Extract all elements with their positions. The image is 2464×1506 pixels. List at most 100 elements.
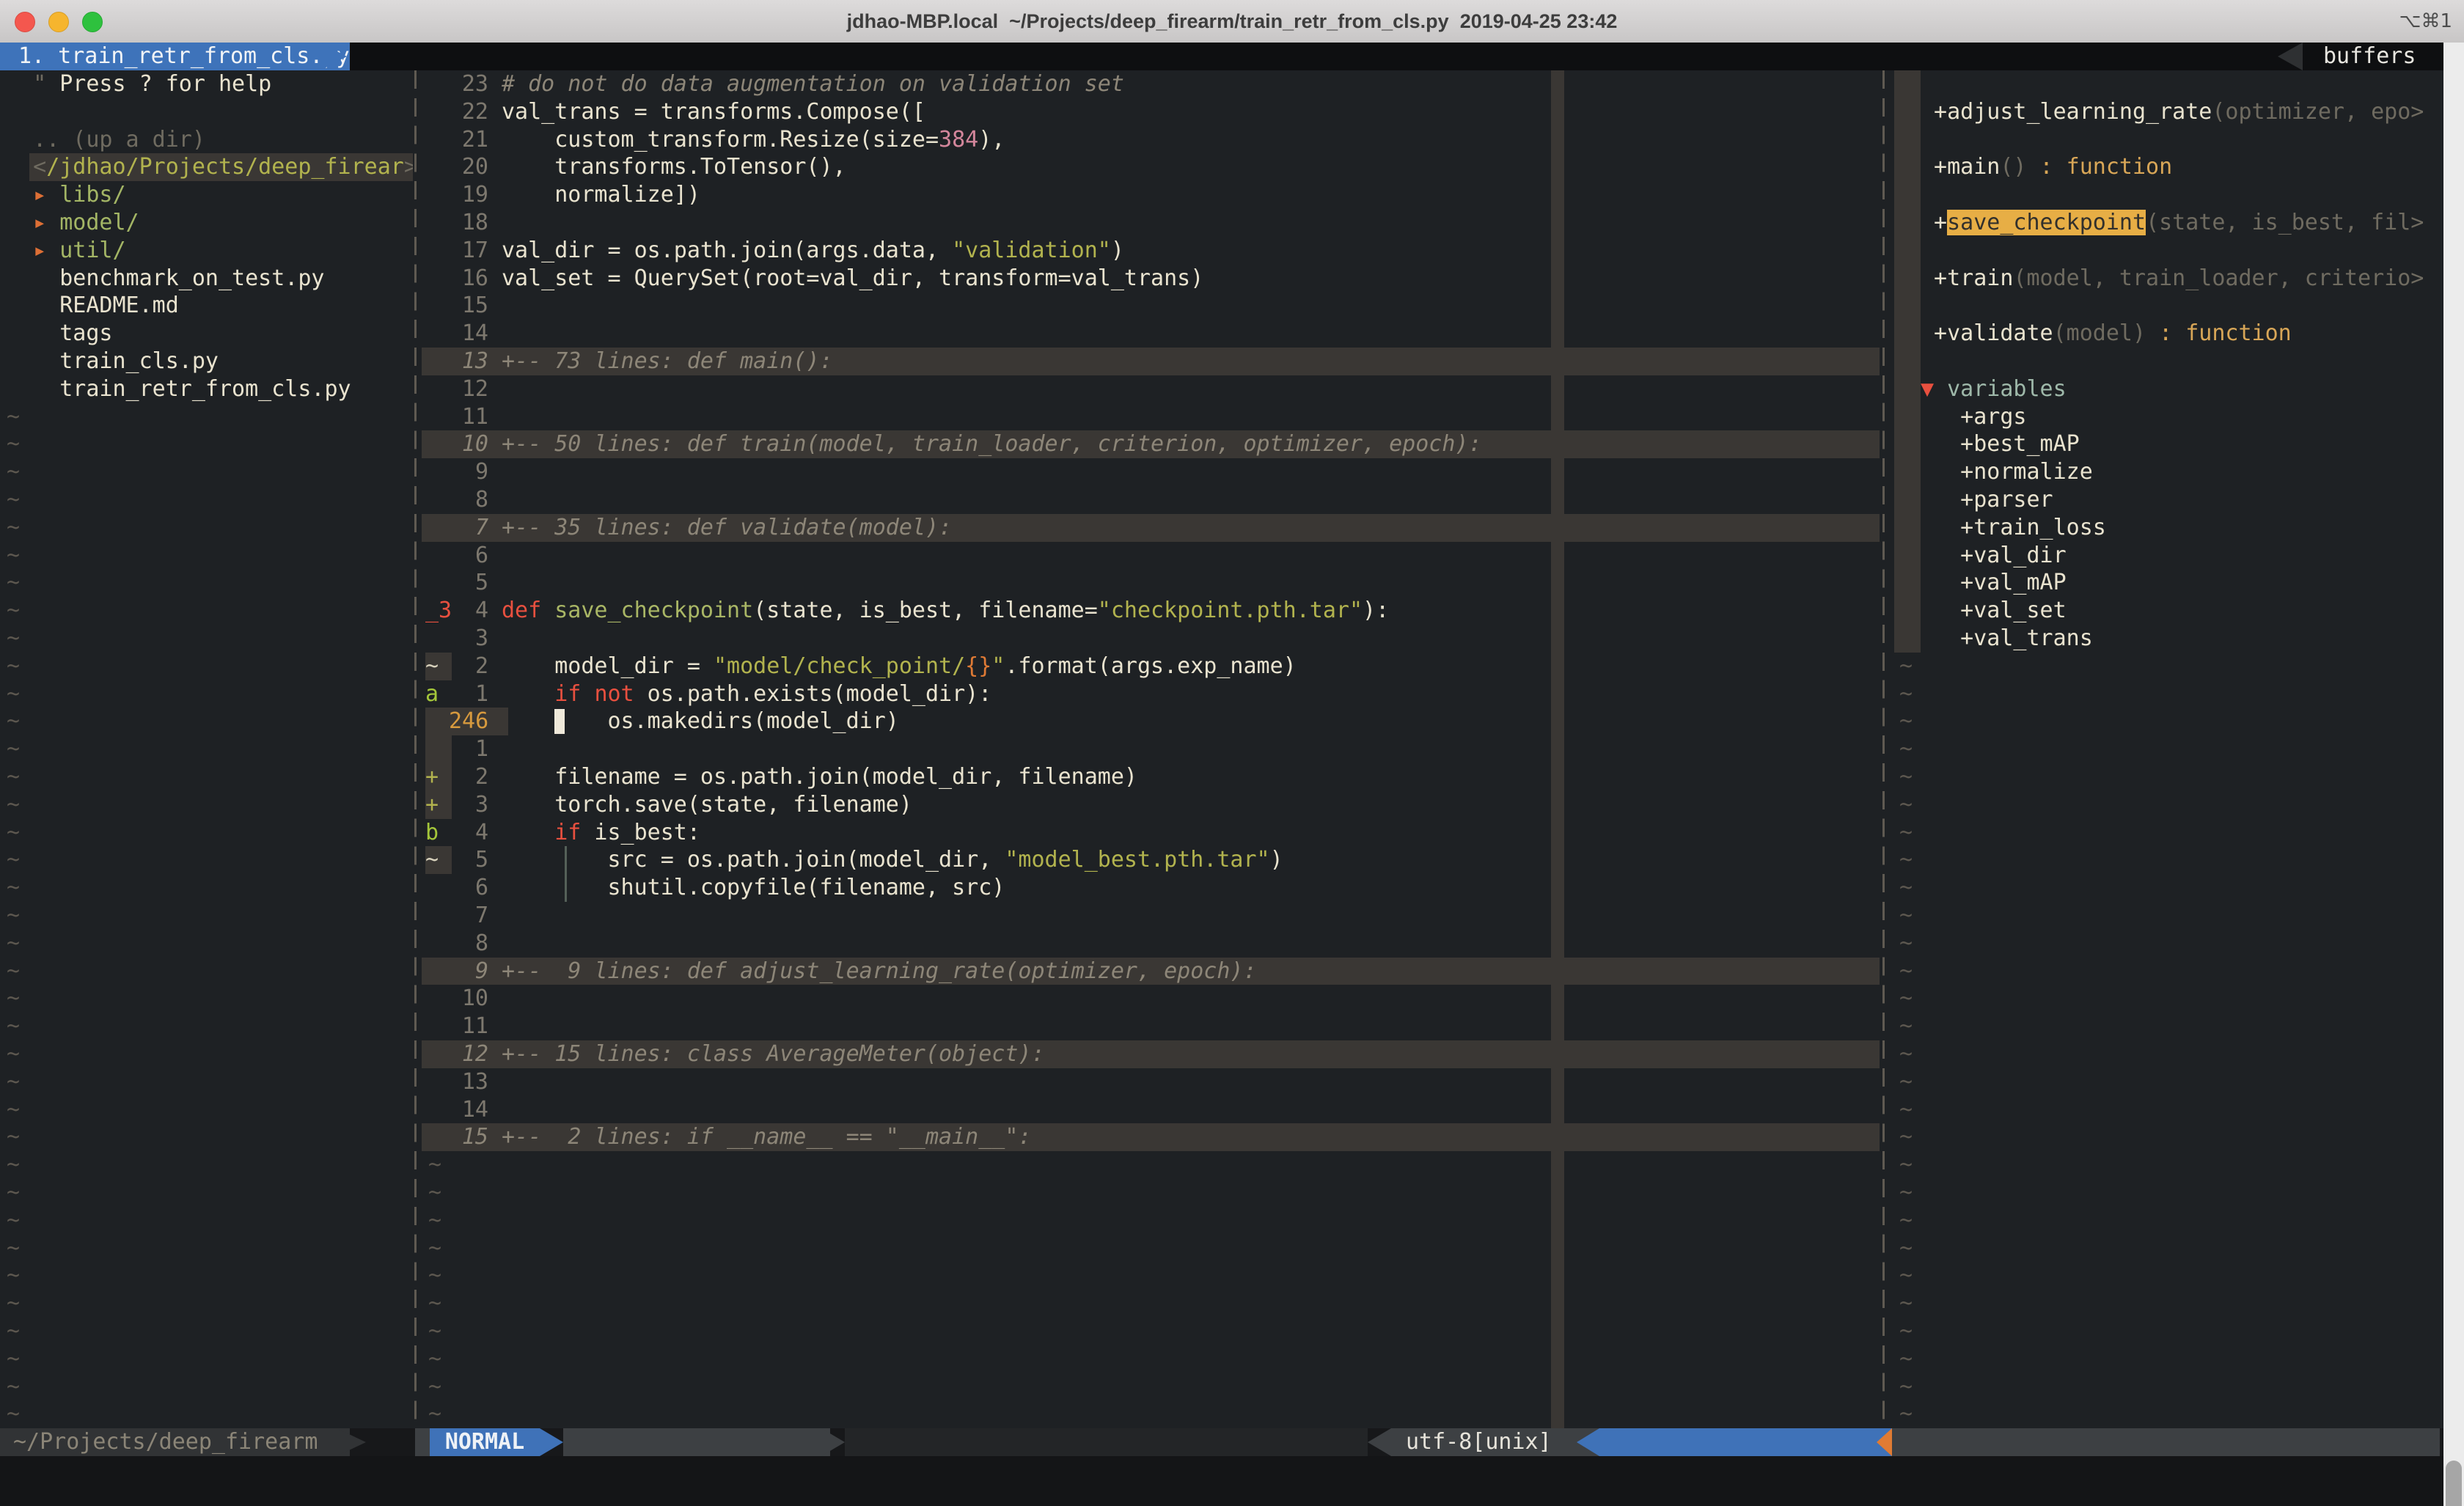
fold-line[interactable]: 10+-- 50 lines: def train(model, train_l… [413, 430, 1881, 458]
zoom-button[interactable] [82, 12, 103, 32]
code-line[interactable]: 12 [413, 375, 1881, 403]
code-line[interactable]: 1 [413, 735, 1881, 763]
tree-item[interactable]: train_retr_from_cls.py [0, 375, 413, 403]
tag-entry[interactable]: +args [1881, 403, 2443, 431]
close-button[interactable] [15, 12, 35, 32]
tag-text: +val_set [1921, 597, 2067, 625]
tagbar-panel[interactable]: +adjust_learning_rate(optimizer, epo> +m… [1881, 70, 2443, 1428]
tag-text: +val_trans [1921, 625, 2093, 653]
code-line[interactable]: 246 os.makedirs(model_dir) [413, 708, 1881, 735]
scrollbar-track[interactable] [2443, 43, 2464, 1506]
fold-line[interactable]: 7+-- 35 lines: def validate(model): [413, 514, 1881, 542]
tag-entry[interactable]: +val_set [1881, 597, 2443, 625]
tag-entry[interactable]: +parser [1881, 486, 2443, 514]
empty-line-tilde: ~ [1881, 1068, 2443, 1096]
tree-item[interactable]: ▸ libs/ [0, 181, 413, 209]
code-line[interactable]: 5 [413, 569, 1881, 597]
line-number: 1 [449, 680, 488, 708]
tree-item[interactable]: ▸ util/ [0, 237, 413, 265]
scrollbar-thumb[interactable] [2446, 1461, 2462, 1506]
code-line[interactable]: 14 [413, 320, 1881, 348]
code-line[interactable]: 9 [413, 458, 1881, 486]
tag-text: +train(model, train_loader, criterio> [1921, 265, 2424, 293]
code-line[interactable]: 21 custom_transform.Resize(size=384), [413, 126, 1881, 154]
empty-line-tilde: ~ [0, 791, 413, 819]
tree-item[interactable]: benchmark_on_test.py [0, 265, 413, 293]
empty-line-tilde: ~ [0, 542, 413, 570]
empty-line-tilde: ~ [1881, 1151, 2443, 1179]
code-line[interactable]: 1a if not os.path.exists(model_dir): [413, 680, 1881, 708]
code-line[interactable]: 3 [413, 625, 1881, 653]
code-line[interactable]: 17val_dir = os.path.join(args.data, "val… [413, 237, 1881, 265]
buffers-label[interactable]: buffers [2314, 43, 2424, 70]
empty-line-tilde: ~ [1881, 1400, 2443, 1428]
tag-entry[interactable]: +val_dir [1881, 542, 2443, 570]
tag-entry[interactable]: ▼ variables [1881, 375, 2443, 403]
code-line[interactable]: 11 [413, 403, 1881, 431]
empty-line-tilde: ~ [1881, 1207, 2443, 1235]
code-line[interactable]: 6 [413, 542, 1881, 570]
command-line[interactable] [0, 1456, 2464, 1506]
code-line[interactable]: 4_3def save_checkpoint(state, is_best, f… [413, 597, 1881, 625]
code-line[interactable]: 14 [413, 1096, 1881, 1124]
tab-train-retr-from-cls[interactable]: 1. train_retr_from_cls.py [0, 43, 350, 70]
nerdtree-panel[interactable]: " Press ? for help .. (up a dir) </jdhao… [0, 70, 413, 1428]
tree-item[interactable]: ▸ model/ [0, 209, 413, 237]
code-line[interactable]: 10 [413, 985, 1881, 1013]
editor-panel[interactable]: 23# do not do data augmentation on valid… [413, 70, 1881, 1428]
tagbar-blank-line [1881, 237, 2443, 265]
code-line[interactable]: 16val_set = QuerySet(root=val_dir, trans… [413, 265, 1881, 293]
empty-line-tilde: ~ [413, 1151, 1881, 1179]
code-line[interactable]: 8 [413, 930, 1881, 958]
tree-item[interactable]: " Press ? for help [0, 70, 413, 98]
tag-entry[interactable]: +validate(model) : function [1881, 320, 2443, 348]
code-line[interactable]: 23# do not do data augmentation on valid… [413, 70, 1881, 98]
code-line[interactable]: 6 shutil.copyfile(filename, src) [413, 874, 1881, 902]
fold-text: +-- 9 lines: def adjust_learning_rate(op… [502, 958, 1257, 985]
tree-item[interactable]: .. (up a dir) [0, 126, 413, 154]
code-line[interactable]: 20 transforms.ToTensor(), [413, 153, 1881, 181]
tag-entry[interactable]: +normalize [1881, 458, 2443, 486]
tag-entry[interactable]: +val_mAP [1881, 569, 2443, 597]
tab-arrow-separator [320, 43, 347, 70]
tag-entry[interactable]: +main() : function [1881, 153, 2443, 181]
tag-entry[interactable]: +train_loss [1881, 514, 2443, 542]
fold-line[interactable]: 9+-- 9 lines: def adjust_learning_rate(o… [413, 958, 1881, 985]
tag-entry[interactable]: +save_checkpoint(state, is_best, fil> [1881, 209, 2443, 237]
tag-entry[interactable]: +best_mAP [1881, 430, 2443, 458]
powerline-arrow [337, 1428, 366, 1456]
tree-item[interactable]: train_cls.py [0, 348, 413, 375]
tag-entry[interactable]: +train(model, train_loader, criterio> [1881, 265, 2443, 293]
fold-line[interactable]: 12+-- 15 lines: class AverageMeter(objec… [413, 1040, 1881, 1068]
minimize-button[interactable] [48, 12, 69, 32]
code-line[interactable]: 5~ src = os.path.join(model_dir, "model_… [413, 846, 1881, 874]
empty-line-tilde: ~ [1881, 1013, 2443, 1040]
code-line[interactable]: 18 [413, 209, 1881, 237]
code-line[interactable]: 7 [413, 902, 1881, 930]
code-line[interactable]: 22val_trans = transforms.Compose([ [413, 98, 1881, 126]
code-line[interactable]: 3+ torch.save(state, filename) [413, 791, 1881, 819]
code-line[interactable]: 2+ filename = os.path.join(model_dir, fi… [413, 763, 1881, 791]
line-number: 8 [449, 930, 488, 958]
fold-line[interactable]: 13+-- 73 lines: def main(): [413, 348, 1881, 375]
buffers-arrow-separator [2278, 43, 2303, 70]
tag-entry[interactable]: +val_trans [1881, 625, 2443, 653]
code-line[interactable]: 13 [413, 1068, 1881, 1096]
code-line[interactable]: 15 [413, 292, 1881, 320]
code-line[interactable]: 11 [413, 1013, 1881, 1040]
line-number: 8 [449, 486, 488, 514]
tree-item[interactable] [0, 98, 413, 126]
tree-root-item[interactable]: </jdhao/Projects/deep_firear> [0, 153, 413, 181]
fold-line[interactable]: 15+-- 2 lines: if __name__ == "__main__"… [413, 1123, 1881, 1151]
line-number: 12 [449, 375, 488, 403]
code-line[interactable]: 8 [413, 486, 1881, 514]
code-line[interactable]: 2~ model_dir = "model/check_point/{}".fo… [413, 653, 1881, 680]
tree-item[interactable]: tags [0, 320, 413, 348]
code-line[interactable]: 19 normalize]) [413, 181, 1881, 209]
code-line[interactable]: 4b if is_best: [413, 819, 1881, 847]
line-number: 16 [449, 265, 488, 293]
tag-text: +val_dir [1921, 542, 2067, 570]
empty-line-tilde: ~ [413, 1262, 1881, 1290]
tag-entry[interactable]: +adjust_learning_rate(optimizer, epo> [1881, 98, 2443, 126]
tree-item[interactable]: README.md [0, 292, 413, 320]
